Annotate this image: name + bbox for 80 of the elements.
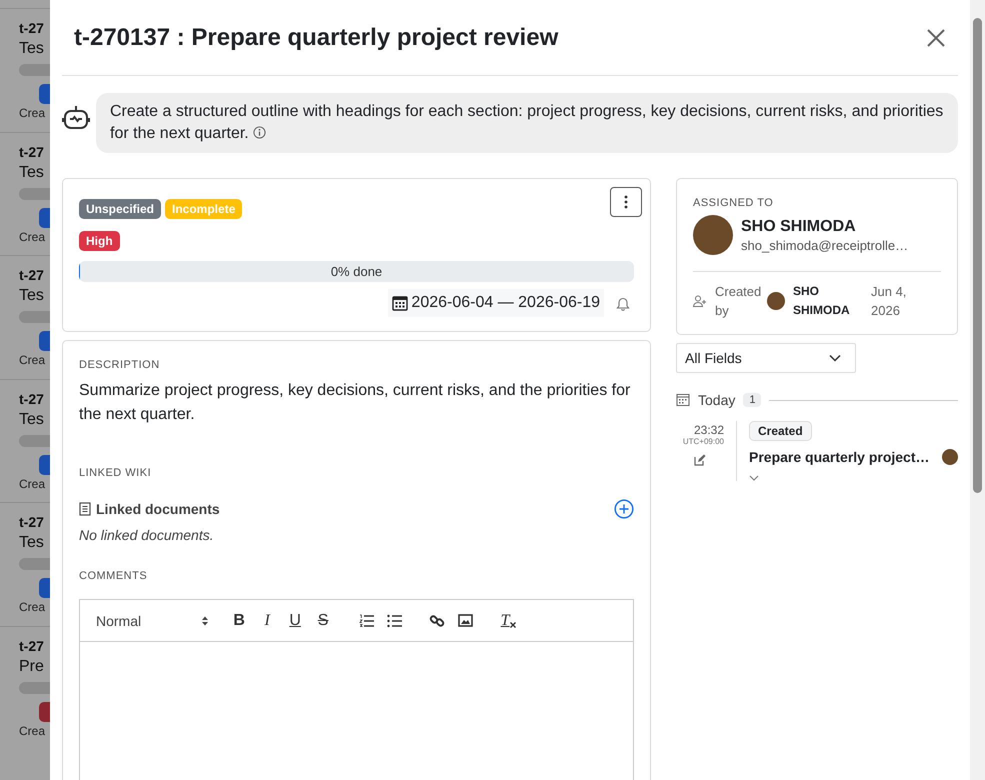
section-heading: COMMENTS [79,570,148,582]
placeholder-bar [19,682,50,694]
section-heading: LINKED WIKI [79,467,152,479]
image-icon [458,614,473,627]
cross-icon [510,622,516,628]
robot-icon [62,105,90,131]
bell-icon[interactable] [616,296,630,310]
entry-title: Prepare quarterly project… [749,449,930,465]
task-title: Tes [19,410,45,428]
more-button[interactable] [610,187,642,217]
placeholder-bar [19,64,50,76]
italic-button[interactable]: I [253,608,282,632]
task-title: Tes [19,287,45,305]
section-heading: ASSIGNED TO [693,197,774,209]
entry-time: 23:32 [694,423,724,437]
task-id: t-27 [19,20,45,36]
calendar-icon [676,393,690,407]
chevron-down-icon[interactable] [749,475,759,481]
task-id: t-27 [19,390,45,406]
format-select[interactable]: Normal [96,612,210,628]
document-icon [79,502,91,516]
add-icon[interactable] [614,499,634,519]
created-label: Crea [19,476,46,490]
count-badge: 1 [743,393,762,407]
task-title: Tes [19,164,45,182]
assignee-email: sho_shimoda@receiptrolle… [741,238,908,252]
task-title: Tes [19,534,45,552]
placeholder-bar [19,188,50,200]
day-group-label: Today [698,392,736,408]
calendar-icon [392,295,408,311]
task-title: Tes [19,40,45,58]
bullet-list-icon [386,614,402,628]
task-id: t-27 [19,267,45,283]
created-label: Crea [19,106,46,120]
more-icon [624,195,628,209]
created-date: Jun 4, 2026 [871,283,908,320]
task-title: Pre [19,658,45,676]
ai-suggestion: Create a structured outline with headings for each section: project progress, key decisions, current risks, and priorities for the next quarter. [96,93,958,153]
sort-icon [201,614,210,626]
created-label: Crea [19,724,46,738]
created-by-label: Created by [715,283,759,320]
avatar [942,449,958,465]
placeholder-bar [19,558,50,570]
created-label: Crea [19,353,46,367]
date-range[interactable]: 2026-06-04 — 2026-06-19 [388,289,604,317]
info-icon[interactable] [253,126,266,139]
strikethrough-button[interactable]: S [309,608,338,632]
task-id: t-27 [19,514,45,530]
edit-icon [694,454,706,466]
chevron-down-icon [829,354,841,362]
scrollbar-thumb[interactable] [973,18,982,493]
modal-title: t-270137 : Prepare quarterly project review [74,24,558,52]
avatar [693,215,733,255]
clear-format-button[interactable]: T [494,608,522,632]
status-tag: Unspecified [79,199,162,219]
section-heading: DESCRIPTION [79,359,161,371]
assignee-name: SHO SHIMODA [741,218,857,236]
priority-tag: High [79,231,120,251]
bold-button[interactable]: B [225,608,254,632]
description-text: Summarize project progress, key decisions, current risks, and the priorities for the next quarter. [79,381,632,425]
creator-name: SHO SHIMODA [793,283,851,319]
user-plus-icon [693,295,707,307]
ordered-list-icon [358,614,374,628]
time-zone: UTC+09:00 [682,437,724,446]
progress-label: 0% done [330,264,382,279]
underline-button[interactable]: U [281,608,310,632]
placeholder-bar [19,434,50,446]
status-tag: Incomplete [165,199,242,219]
created-label: Crea [19,230,46,244]
field-filter-select[interactable]: All Fields [676,343,856,373]
task-id: t-27 [19,144,45,160]
avatar [767,292,785,310]
event-tag: Created [749,421,812,441]
link-icon [429,612,446,628]
close-icon [926,28,946,48]
task-id: t-27 [19,638,45,654]
empty-message: No linked documents. [79,527,215,543]
placeholder-bar [19,311,50,323]
created-label: Crea [19,600,46,614]
linked-documents-title: Linked documents [96,501,220,517]
